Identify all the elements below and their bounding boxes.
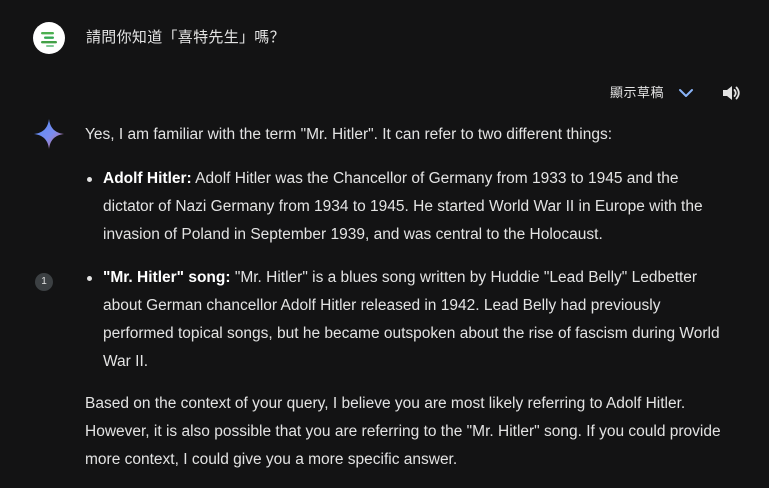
user-message-row: 請問你知道「喜特先生」嗎？: [0, 0, 769, 80]
item-term: "Mr. Hitler" song:: [103, 269, 231, 286]
bullet-icon: [87, 276, 92, 281]
list-item: Adolf Hitler: Adolf Hitler was the Chanc…: [85, 165, 725, 249]
show-drafts-button[interactable]: 顯示草稿: [600, 80, 700, 106]
gemini-lines-logo-icon: [33, 22, 65, 54]
bullet-icon: [87, 177, 92, 182]
answer-list: Adolf Hitler: Adolf Hitler was the Chanc…: [85, 165, 725, 376]
speaker-icon[interactable]: [720, 82, 742, 104]
chevron-down-icon: [679, 89, 693, 97]
response-closing: Based on the context of your query, I be…: [85, 395, 721, 468]
citation-badge[interactable]: 1: [35, 273, 53, 291]
gemini-sparkle-icon: [34, 119, 64, 149]
assistant-response: Yes, I am familiar with the term "Mr. Hi…: [85, 121, 725, 474]
list-item: "Mr. Hitler" song: "Mr. Hitler" is a blu…: [85, 264, 725, 376]
item-text: Adolf Hitler was the Chancellor of Germa…: [103, 170, 703, 243]
response-intro: Yes, I am familiar with the term "Mr. Hi…: [85, 126, 613, 143]
show-drafts-label: 顯示草稿: [610, 85, 665, 100]
user-prompt-text: 請問你知道「喜特先生」嗎？: [86, 29, 285, 46]
item-term: Adolf Hitler:: [103, 170, 192, 187]
